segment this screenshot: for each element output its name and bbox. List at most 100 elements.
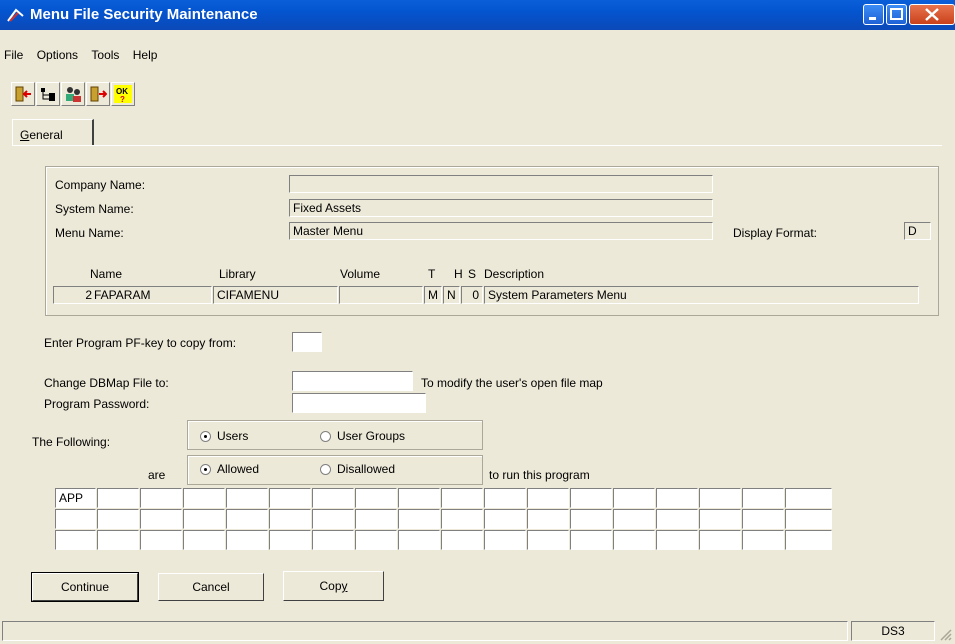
svg-text:?: ? — [120, 95, 125, 104]
ok-button[interactable]: OK ? — [111, 82, 135, 106]
copy-button-mnemonic: y — [341, 579, 348, 593]
title-bar[interactable]: Menu File Security Maintenance — [0, 0, 955, 30]
tree-button[interactable] — [36, 82, 60, 106]
user-grid-cell[interactable] — [527, 488, 569, 508]
table-row[interactable]: 2 FAPARAM CIFAMENU M N 0 System Paramete… — [53, 286, 919, 304]
user-grid-cell[interactable] — [226, 509, 268, 529]
col-header-t: T — [428, 267, 436, 281]
user-grid-cell[interactable] — [785, 530, 832, 550]
resize-grip-icon[interactable] — [938, 627, 952, 641]
user-grid-cell[interactable] — [570, 530, 612, 550]
pfkey-input[interactable] — [292, 332, 322, 352]
continue-button[interactable]: Continue — [31, 572, 139, 602]
users-radio-label: Users — [217, 429, 249, 443]
display-format-label: Display Format: — [733, 226, 818, 240]
user-grid-cell[interactable] — [226, 488, 268, 508]
user-grid-cell[interactable] — [97, 509, 139, 529]
user-grid-cell[interactable] — [355, 488, 397, 508]
user-grid-cell[interactable] — [484, 530, 526, 550]
exit-button[interactable] — [11, 82, 35, 106]
user-grid-cell[interactable] — [97, 530, 139, 550]
user-grid-cell[interactable] — [613, 488, 655, 508]
user-grid-cell[interactable] — [441, 488, 483, 508]
user-grid-cell[interactable] — [183, 530, 225, 550]
user-grid-cell[interactable] — [656, 488, 698, 508]
user-grid-cell[interactable] — [656, 509, 698, 529]
user-grid-cell[interactable]: APP — [55, 488, 96, 508]
user-grid-cell[interactable] — [570, 488, 612, 508]
run-hint: to run this program — [489, 468, 590, 482]
user-grid-cell[interactable] — [312, 488, 354, 508]
user-grid-cell[interactable] — [742, 488, 784, 508]
allowed-radio[interactable]: Allowed — [200, 462, 259, 476]
menu-options[interactable]: Options — [37, 48, 78, 62]
user-grid-cell[interactable] — [527, 530, 569, 550]
user-grid-cell[interactable] — [140, 530, 182, 550]
user-grid-cell[interactable] — [484, 509, 526, 529]
copy-button[interactable]: Cop y — [283, 571, 384, 601]
col-header-library: Library — [219, 267, 256, 281]
allowed-radio-label: Allowed — [217, 462, 260, 476]
menu-bar: File Options Tools Help — [0, 48, 163, 62]
user-grid-cell[interactable] — [785, 509, 832, 529]
user-grid-cell[interactable] — [699, 488, 741, 508]
user-grid-cell[interactable] — [613, 530, 655, 550]
users-radio-indicator — [200, 430, 211, 442]
user-grid-cell[interactable] — [97, 488, 139, 508]
user-groups-radio-label: User Groups — [337, 429, 406, 443]
menu-tools[interactable]: Tools — [91, 48, 119, 62]
user-grid-cell[interactable] — [55, 530, 96, 550]
menu-file[interactable]: File — [4, 48, 23, 62]
password-input[interactable] — [292, 393, 426, 413]
user-grid-cell[interactable] — [441, 530, 483, 550]
user-grid-cell[interactable] — [398, 509, 440, 529]
allowed-radio-indicator — [200, 463, 211, 475]
user-grid-cell[interactable] — [183, 509, 225, 529]
menu-help[interactable]: Help — [133, 48, 158, 62]
row-library: CIFAMENU — [213, 286, 338, 304]
user-grid-cell[interactable] — [398, 488, 440, 508]
user-grid-cell[interactable] — [484, 488, 526, 508]
user-grid-cell[interactable] — [785, 488, 832, 508]
user-grid-cell[interactable] — [742, 530, 784, 550]
user-grid-cell[interactable] — [699, 530, 741, 550]
tab-general-label: eneral — [29, 128, 63, 142]
user-grid-cell[interactable] — [183, 488, 225, 508]
users-radio[interactable]: Users — [200, 429, 248, 443]
user-groups-radio[interactable]: User Groups — [320, 429, 405, 443]
exit-icon — [15, 86, 31, 102]
user-grid-cell[interactable] — [742, 509, 784, 529]
tab-general[interactable]: General — [12, 119, 94, 145]
system-field: Fixed Assets — [289, 199, 713, 217]
user-grid-cell[interactable] — [269, 509, 311, 529]
next-button[interactable] — [86, 82, 110, 106]
user-grid-cell[interactable] — [398, 530, 440, 550]
are-label: are — [148, 468, 166, 482]
minimize-button[interactable] — [863, 4, 884, 25]
close-button[interactable] — [909, 4, 955, 25]
dbmap-input[interactable] — [292, 371, 413, 391]
cancel-button[interactable]: Cancel — [158, 573, 264, 601]
col-header-s: S — [468, 267, 477, 281]
user-grid-cell[interactable] — [269, 530, 311, 550]
disallowed-radio[interactable]: Disallowed — [320, 462, 395, 476]
user-grid-cell[interactable] — [570, 509, 612, 529]
user-grid-cell[interactable] — [355, 509, 397, 529]
user-grid-cell[interactable] — [269, 488, 311, 508]
user-grid-cell[interactable] — [312, 509, 354, 529]
user-grid-cell[interactable] — [527, 509, 569, 529]
user-grid-cell[interactable] — [226, 530, 268, 550]
users-button[interactable] — [61, 82, 85, 106]
user-grid-cell[interactable] — [140, 488, 182, 508]
user-grid-cell[interactable] — [441, 509, 483, 529]
user-grid-cell[interactable] — [140, 509, 182, 529]
user-grid-cell[interactable] — [355, 530, 397, 550]
user-grid-cell[interactable] — [312, 530, 354, 550]
user-grid-cell[interactable] — [55, 509, 96, 529]
maximize-button[interactable] — [886, 4, 907, 25]
user-grid-cell[interactable] — [656, 530, 698, 550]
user-grid: APP — [55, 488, 870, 550]
pfkey-label: Enter Program PF-key to copy from: — [44, 336, 237, 350]
user-grid-cell[interactable] — [699, 509, 741, 529]
user-grid-cell[interactable] — [613, 509, 655, 529]
